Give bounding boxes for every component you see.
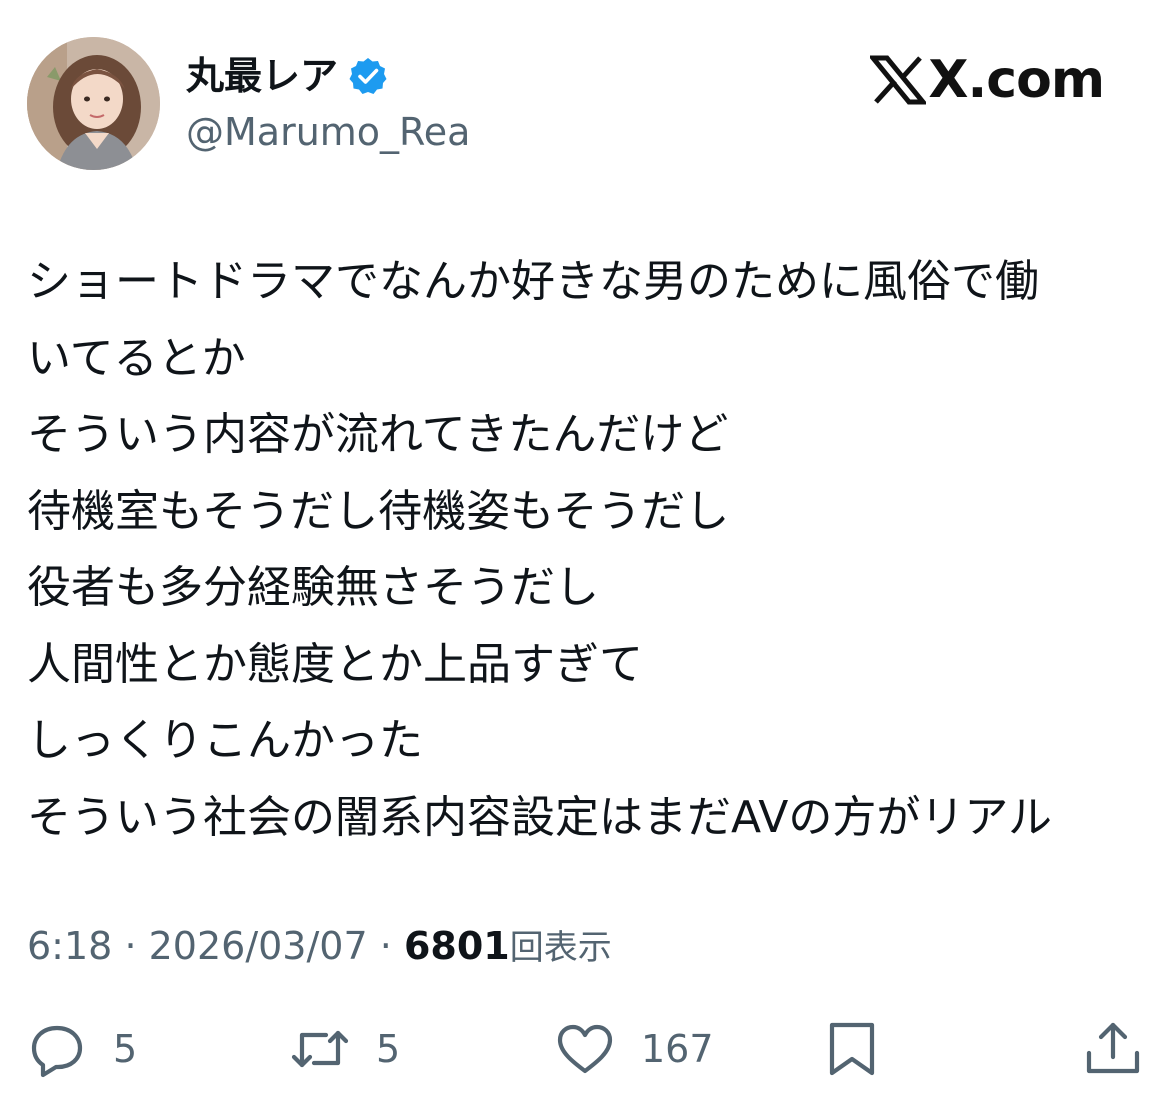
avatar-photo [27, 37, 160, 170]
repost-button[interactable]: 5 [290, 1014, 400, 1084]
repost-count: 5 [376, 1027, 401, 1071]
tweet-text-line: いてるとか [27, 332, 246, 384]
tweet-text-line: しっくりこんかった [27, 715, 423, 766]
tweet-text-line: 役者も多分経験無さそうだし [27, 562, 599, 613]
x-logo-icon [870, 55, 927, 105]
author-row: 丸最レア [186, 50, 388, 102]
brand-watermark: X.com [870, 48, 1105, 112]
tweet-card: 丸最レア @Marumo_Rea X.com ショートドラマでなんか好きな男のた… [0, 0, 1170, 1098]
tweet-text-line: ショートドラマでなんか好きな男のために風俗で働 [27, 256, 1039, 307]
views-count: 6801 [403, 924, 510, 968]
tweet-text-line: そういう内容が流れてきたんだけど [27, 409, 729, 460]
display-name[interactable]: 丸最レア [186, 50, 338, 102]
post-time[interactable]: 6:18 [27, 924, 112, 968]
like-count: 167 [641, 1027, 714, 1071]
bookmark-icon [829, 1022, 875, 1076]
avatar[interactable] [27, 37, 160, 170]
reply-count: 5 [113, 1027, 138, 1071]
share-button[interactable] [1083, 1014, 1143, 1084]
like-button[interactable]: 167 [555, 1014, 714, 1084]
views-label: 回表示 [509, 928, 612, 968]
bookmark-button[interactable] [822, 1014, 882, 1084]
meta-separator: · [379, 924, 392, 968]
tweet-text-line: そういう社会の闇系内容設定はまだAVの方がリアル [27, 791, 1052, 843]
meta-separator: · [124, 924, 137, 968]
reply-icon [31, 1025, 83, 1078]
action-bar: 5 5 167 [0, 1014, 1170, 1084]
repost-icon [291, 1030, 349, 1068]
tweet-text-line: 人間性とか態度とか上品すぎて [27, 638, 643, 690]
verified-badge-icon [349, 58, 387, 94]
post-date[interactable]: 2026/03/07 [149, 924, 368, 968]
tweet-text: ショートドラマでなんか好きな男のために風俗で働 いてるとか そういう内容が流れて… [27, 244, 1152, 856]
share-icon [1086, 1022, 1140, 1074]
brand-text: X.com [928, 50, 1105, 110]
tweet-text-line: 待機室もそうだし待機姿もそうだし [27, 485, 730, 537]
user-handle[interactable]: @Marumo_Rea [186, 106, 470, 158]
reply-button[interactable]: 5 [27, 1014, 137, 1084]
heart-icon [557, 1024, 613, 1074]
tweet-meta: 6:18 · 2026/03/07 · 6801回表示 [27, 920, 612, 974]
